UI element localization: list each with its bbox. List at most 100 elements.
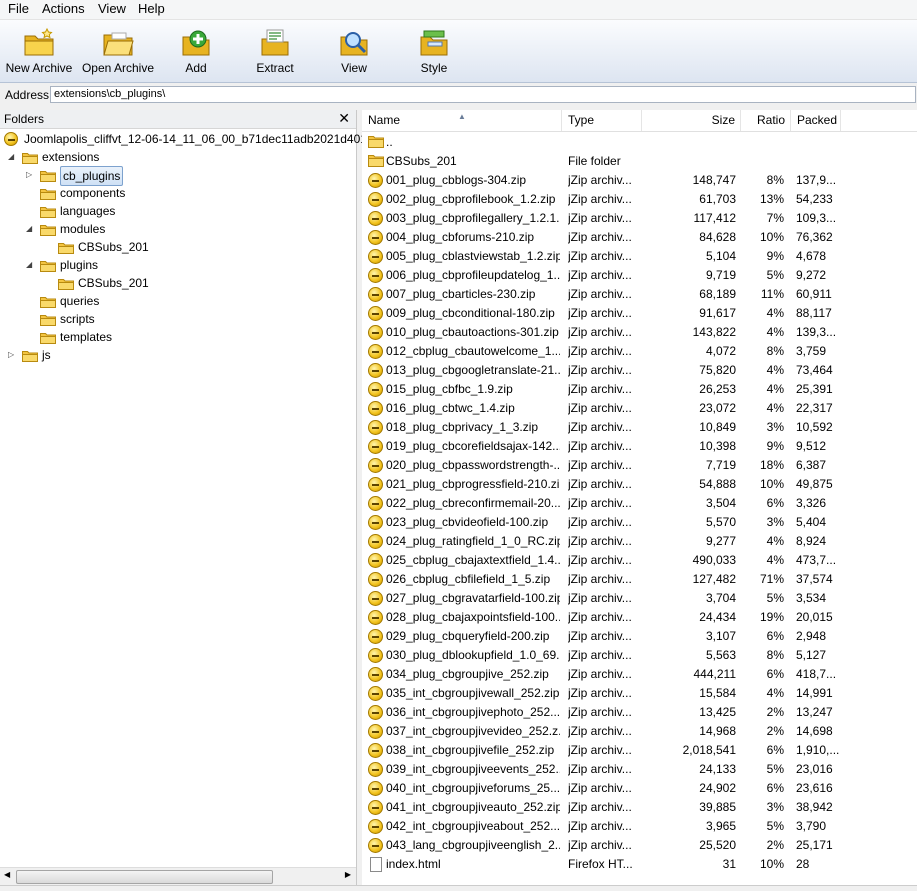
file-type: jZip archiv... <box>568 838 632 852</box>
zip-archive-icon <box>368 249 383 264</box>
file-row[interactable]: 028_plug_cbajaxpointsfield-100... jZip ar… <box>362 608 917 627</box>
menu-view[interactable]: View <box>96 1 128 17</box>
view-label: View <box>341 61 367 75</box>
style-button[interactable]: Style <box>414 23 454 79</box>
file-type: jZip archiv... <box>568 192 632 206</box>
file-row[interactable]: 001_plug_cbblogs-304.zip jZip archiv... 14… <box>362 171 917 190</box>
file-packed: 28 <box>796 857 810 871</box>
file-row[interactable]: 010_plug_cbautoactions-301.zip jZip archi… <box>362 323 917 342</box>
tree-item-label: components <box>60 186 126 200</box>
file-row[interactable]: 040_int_cbgroupjiveforums_25... jZip arch… <box>362 779 917 798</box>
file-row[interactable]: .. <box>362 133 917 152</box>
file-row[interactable]: 016_plug_cbtwc_1.4.zip jZip archiv... 23,0… <box>362 399 917 418</box>
scroll-right-icon[interactable]: ▶ <box>345 870 351 879</box>
file-row[interactable]: 005_plug_cblastviewstab_1.2.zip jZip arch… <box>362 247 917 266</box>
file-name: 004_plug_cbforums-210.zip <box>386 230 535 244</box>
file-row[interactable]: 043_lang_cbgroupjiveenglish_2... jZip arc… <box>362 836 917 855</box>
file-row[interactable]: 027_plug_cbgravatarfield-100.zip jZip arc… <box>362 589 917 608</box>
file-packed: 3,534 <box>796 591 827 605</box>
file-row[interactable]: 004_plug_cbforums-210.zip jZip archiv... 8… <box>362 228 917 247</box>
file-packed: 6,387 <box>796 458 827 472</box>
file-name: 027_plug_cbgravatarfield-100.zip <box>386 591 560 605</box>
zip-archive-icon <box>368 344 383 359</box>
file-row[interactable]: 024_plug_ratingfield_1_0_RC.zip jZip arch… <box>362 532 917 551</box>
file-row[interactable]: 041_int_cbgroupjiveauto_252.zip jZip arch… <box>362 798 917 817</box>
column-ratio[interactable]: Ratio <box>741 110 791 131</box>
collapse-arrow-icon[interactable]: ◢ <box>8 148 18 166</box>
file-type: jZip archiv... <box>568 762 632 776</box>
file-row[interactable]: 018_plug_cbprivacy_1_3.zip jZip archiv...… <box>362 418 917 437</box>
file-name-cell: 002_plug_cbprofilebook_1.2.zip <box>366 190 560 209</box>
file-packed: 2,948 <box>796 629 827 643</box>
horizontal-scrollbar[interactable]: ◀ ▶ <box>0 867 356 885</box>
file-packed: 137,9... <box>796 173 837 187</box>
file-row[interactable]: 013_plug_cbgoogletranslate-21... jZip arc… <box>362 361 917 380</box>
file-row[interactable]: 002_plug_cbprofilebook_1.2.zip jZip archi… <box>362 190 917 209</box>
zip-archive-icon <box>368 382 383 397</box>
address-input[interactable]: extensions\cb_plugins\ <box>50 86 916 103</box>
file-row[interactable]: 009_plug_cbconditional-180.zip jZip archi… <box>362 304 917 323</box>
file-row[interactable]: index.html Firefox HT... 31 10% 28 <box>362 855 917 874</box>
column-size[interactable]: Size <box>642 110 741 131</box>
file-row[interactable]: 042_int_cbgroupjiveabout_252.... jZip arc… <box>362 817 917 836</box>
file-row[interactable]: 034_plug_cbgroupjive_252.zip jZip archiv.… <box>362 665 917 684</box>
file-row[interactable]: 003_plug_cbprofilegallery_1.2.1... jZip a… <box>362 209 917 228</box>
style-label: Style <box>420 61 448 75</box>
file-name-cell: 030_plug_dblookupfield_1.0_69... <box>366 646 560 665</box>
file-row[interactable]: 023_plug_cbvideofield-100.zip jZip archiv… <box>362 513 917 532</box>
file-size: 117,412 <box>693 211 737 225</box>
scrollbar-thumb[interactable] <box>16 870 273 884</box>
file-row[interactable]: 038_int_cbgroupjivefile_252.zip jZip arch… <box>362 741 917 760</box>
column-name[interactable]: Name ▲ <box>362 110 562 131</box>
menu-actions[interactable]: Actions <box>40 1 87 17</box>
file-row[interactable]: 025_cbplug_cbajaxtextfield_1.4.... jZip a… <box>362 551 917 570</box>
file-packed: 22,317 <box>796 401 833 415</box>
zip-archive-icon <box>368 572 383 587</box>
file-row[interactable]: 022_plug_cbreconfirmemail-20... jZip arch… <box>362 494 917 513</box>
file-type: jZip archiv... <box>568 477 632 491</box>
file-row[interactable]: 026_cbplug_cbfilefield_1_5.zip jZip archi… <box>362 570 917 589</box>
column-type[interactable]: Type <box>562 110 642 131</box>
menu-file[interactable]: File <box>6 1 31 17</box>
file-row[interactable]: 035_int_cbgroupjivewall_252.zip jZip arch… <box>362 684 917 703</box>
file-row[interactable]: 021_plug_cbprogressfield-210.zip jZip arc… <box>362 475 917 494</box>
expand-arrow-icon[interactable]: ▷ <box>26 166 36 184</box>
file-row[interactable]: 012_cbplug_cbautowelcome_1.... jZip archi… <box>362 342 917 361</box>
new-archive-label: New Archive <box>5 61 73 75</box>
file-row[interactable]: 036_int_cbgroupjivephoto_252.... jZip arc… <box>362 703 917 722</box>
file-row[interactable]: 006_plug_cbprofileupdatelog_1... jZip arc… <box>362 266 917 285</box>
file-row[interactable]: 020_plug_cbpasswordstrength-... jZip arch… <box>362 456 917 475</box>
zip-archive-icon <box>368 743 383 758</box>
toolbar: New Archive Open Archive Add Extract Vie… <box>0 20 917 83</box>
extract-button[interactable]: Extract <box>252 23 298 79</box>
file-ratio: 5% <box>766 762 784 776</box>
column-packed[interactable]: Packed <box>791 110 841 131</box>
folder-icon <box>40 331 56 344</box>
file-row[interactable]: 029_plug_cbqueryfield-200.zip jZip archiv… <box>362 627 917 646</box>
close-icon[interactable]: ✕ <box>338 110 350 127</box>
collapse-arrow-icon[interactable]: ◢ <box>26 256 36 274</box>
file-row[interactable]: 015_plug_cbfbc_1.9.zip jZip archiv... 26,2… <box>362 380 917 399</box>
file-name: 005_plug_cblastviewstab_1.2.zip <box>386 249 560 263</box>
file-ratio: 6% <box>766 781 784 795</box>
collapse-arrow-icon[interactable]: ◢ <box>26 220 36 238</box>
expand-arrow-icon[interactable]: ▷ <box>8 346 18 364</box>
file-size: 2,018,541 <box>682 743 736 757</box>
file-row[interactable]: CBSubs_201 File folder <box>362 152 917 171</box>
file-type: jZip archiv... <box>568 515 632 529</box>
open-archive-button[interactable]: Open Archive <box>80 23 156 79</box>
file-row[interactable]: 007_plug_cbarticles-230.zip jZip archiv..… <box>362 285 917 304</box>
file-name: 039_int_cbgroupjiveevents_252.... <box>386 762 560 776</box>
file-packed: 109,3... <box>796 211 837 225</box>
add-button[interactable]: Add <box>176 23 216 79</box>
new-archive-button[interactable]: New Archive <box>4 23 74 79</box>
menu-help[interactable]: Help <box>136 1 167 17</box>
file-row[interactable]: 037_int_cbgroupjivevideo_252.z... jZip ar… <box>362 722 917 741</box>
file-row[interactable]: 030_plug_dblookupfield_1.0_69... jZip arc… <box>362 646 917 665</box>
column-name-label: Name <box>368 113 401 127</box>
file-row[interactable]: 019_plug_cbcorefieldsajax-142.... jZip ar… <box>362 437 917 456</box>
file-row[interactable]: 039_int_cbgroupjiveevents_252.... jZip ar… <box>362 760 917 779</box>
view-button[interactable]: View <box>336 23 372 79</box>
menu-bar: File Actions View Help <box>0 0 917 20</box>
scroll-left-icon[interactable]: ◀ <box>4 870 10 879</box>
